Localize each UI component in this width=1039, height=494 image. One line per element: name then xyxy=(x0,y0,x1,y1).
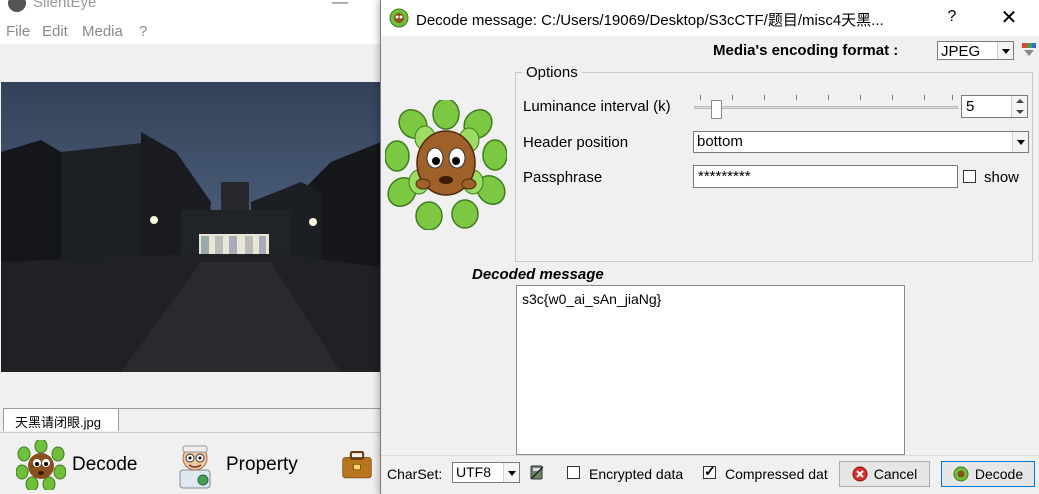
passphrase-value: ********* xyxy=(698,168,751,185)
menu-media[interactable]: Media xyxy=(82,23,123,40)
slider-tick xyxy=(860,95,861,100)
menu-edit[interactable]: Edit xyxy=(42,23,68,40)
chevron-down-icon xyxy=(1012,132,1028,152)
slider-tick xyxy=(952,95,953,100)
encoding-format-select[interactable]: JPEG xyxy=(937,41,1014,60)
decode-label: Decode xyxy=(974,466,1024,482)
main-window-title: SilentEye xyxy=(33,0,97,11)
help-button[interactable]: ? xyxy=(941,8,963,26)
silenteye-small-icon xyxy=(389,8,409,28)
luminance-slider[interactable] xyxy=(694,93,958,119)
silenteye-mascot-icon xyxy=(385,100,507,230)
slider-tick xyxy=(764,95,765,100)
property-action-button[interactable]: Property xyxy=(170,440,298,490)
passphrase-input[interactable]: ********* xyxy=(693,165,958,188)
charset-label: CharSet: xyxy=(387,466,443,482)
slider-handle[interactable] xyxy=(711,100,722,119)
minimize-icon[interactable]: — xyxy=(320,0,360,12)
doctor-icon xyxy=(179,445,211,489)
show-passphrase-checkbox[interactable] xyxy=(963,170,976,183)
color-format-icon[interactable] xyxy=(1021,41,1037,57)
tab-divider xyxy=(119,408,390,409)
decode-button[interactable]: Decode xyxy=(941,461,1035,487)
compressed-data-label: Compressed dat xyxy=(725,466,828,482)
archive-action-button[interactable] xyxy=(340,440,380,490)
main-window: SilentEye — File Edit Media ? 天黑请闭眼.jpg … xyxy=(0,0,390,494)
header-position-value: bottom xyxy=(697,133,743,150)
luminance-value: 5 xyxy=(966,98,975,115)
show-passphrase-label: show xyxy=(984,169,1020,186)
decode-dialog: Decode message: C:/Users/19069/Desktop/S… xyxy=(380,0,1039,494)
decode-icon xyxy=(953,466,969,482)
menu-help[interactable]: ? xyxy=(139,23,147,40)
options-title: Options xyxy=(522,64,582,81)
spin-buttons[interactable] xyxy=(1011,96,1027,117)
chevron-down-icon xyxy=(997,42,1013,59)
toolbar-area xyxy=(0,46,390,82)
compressed-data-checkbox[interactable] xyxy=(703,463,716,480)
spin-up-icon[interactable] xyxy=(1016,99,1024,103)
close-button[interactable]: ✕ xyxy=(996,5,1022,30)
app-logo-icon xyxy=(8,0,26,12)
luminance-spinbox[interactable]: 5 xyxy=(961,95,1028,118)
encrypted-data-checkbox[interactable] xyxy=(567,466,580,479)
preview-padding xyxy=(0,372,390,408)
slider-tick xyxy=(700,95,701,100)
decode-action-label: Decode xyxy=(72,454,138,475)
menu-file[interactable]: File xyxy=(6,23,30,40)
slider-tick xyxy=(924,95,925,100)
dialog-title: Decode message: C:/Users/19069/Desktop/S… xyxy=(416,12,884,29)
main-title-bar: SilentEye — xyxy=(0,0,390,20)
cancel-icon xyxy=(852,466,868,482)
media-preview-image xyxy=(1,82,381,372)
decoded-message-textarea[interactable]: s3c{w0_ai_sAn_jiaNg} xyxy=(516,285,905,455)
decode-action-button[interactable]: Decode xyxy=(16,440,138,490)
spin-down-icon[interactable] xyxy=(1016,110,1024,114)
chevron-down-icon xyxy=(503,463,519,482)
property-action-label: Property xyxy=(226,454,298,475)
charset-select[interactable]: UTF8 xyxy=(452,462,520,483)
header-position-label: Header position xyxy=(523,134,629,151)
decoded-message-label: Decoded message xyxy=(472,266,604,283)
slider-groove xyxy=(694,106,958,109)
encoding-format-label: Media's encoding format : xyxy=(713,42,899,59)
dialog-title-bar: Decode message: C:/Users/19069/Desktop/S… xyxy=(381,0,1039,36)
file-tab[interactable]: 天黑请闭眼.jpg xyxy=(3,408,119,431)
slider-tick xyxy=(732,95,733,100)
luminance-label: Luminance interval (k) xyxy=(523,98,671,115)
slider-tick xyxy=(828,95,829,100)
passphrase-label: Passphrase xyxy=(523,169,603,186)
menu-bar: File Edit Media ? xyxy=(0,20,390,44)
encoding-format-value: JPEG xyxy=(941,43,981,60)
encrypted-data-label: Encrypted data xyxy=(589,466,684,482)
decoded-message-text: s3c{w0_ai_sAn_jiaNg} xyxy=(522,291,662,307)
cancel-label: Cancel xyxy=(873,466,918,482)
slider-tick xyxy=(892,95,893,100)
silenteye-logo-icon xyxy=(16,440,66,490)
desktop: SilentEye — File Edit Media ? 天黑请闭眼.jpg … xyxy=(0,0,1039,494)
cancel-button[interactable]: Cancel xyxy=(839,461,930,487)
header-position-select[interactable]: bottom xyxy=(693,131,1029,153)
slider-tick xyxy=(796,95,797,100)
briefcase-icon xyxy=(342,451,372,479)
book-icon[interactable] xyxy=(529,464,545,480)
charset-value: UTF8 xyxy=(456,464,491,480)
